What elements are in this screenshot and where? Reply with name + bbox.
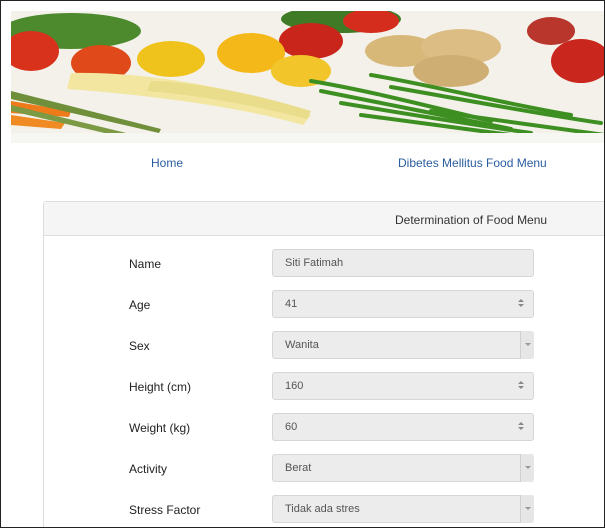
stress-value: Tidak ada stres bbox=[285, 503, 360, 515]
spinner-icon[interactable] bbox=[517, 298, 525, 310]
name-input[interactable]: Siti Fatimah bbox=[272, 249, 534, 277]
stress-select[interactable]: Tidak ada stres bbox=[272, 495, 534, 523]
activity-select[interactable]: Berat bbox=[272, 454, 534, 482]
sex-select[interactable]: Wanita bbox=[272, 331, 534, 359]
name-label: Name bbox=[129, 257, 162, 271]
vegetable-banner-image bbox=[11, 11, 604, 143]
weight-input[interactable]: 60 bbox=[272, 413, 534, 441]
spinner-icon[interactable] bbox=[517, 421, 525, 433]
activity-label: Activity bbox=[129, 462, 168, 476]
age-label: Age bbox=[129, 298, 151, 312]
food-menu-panel: Determination of Food Menu Name Siti Fat… bbox=[43, 201, 604, 527]
form-row-weight: Weight (kg) 60 bbox=[44, 413, 604, 443]
weight-value: 60 bbox=[285, 421, 298, 433]
dropdown-arrow-icon[interactable] bbox=[520, 495, 534, 523]
form-row-activity: Activity Berat bbox=[44, 454, 604, 484]
nav-home-link[interactable]: Home bbox=[151, 156, 183, 170]
dropdown-arrow-icon[interactable] bbox=[520, 454, 534, 482]
stress-label: Stress Factor bbox=[129, 503, 201, 517]
height-value: 160 bbox=[285, 380, 304, 392]
activity-value: Berat bbox=[285, 462, 312, 474]
panel-title: Determination of Food Menu bbox=[395, 213, 548, 227]
height-label: Height (cm) bbox=[129, 380, 192, 394]
panel-header: Determination of Food Menu bbox=[44, 202, 604, 236]
form-row-name: Name Siti Fatimah bbox=[44, 249, 604, 279]
name-value: Siti Fatimah bbox=[285, 257, 344, 269]
sex-label: Sex bbox=[129, 339, 150, 353]
form-row-sex: Sex Wanita bbox=[44, 331, 604, 361]
weight-label: Weight (kg) bbox=[129, 421, 191, 435]
form-row-stress: Stress Factor Tidak ada stres bbox=[44, 495, 604, 525]
form-row-height: Height (cm) 160 bbox=[44, 372, 604, 402]
spinner-icon[interactable] bbox=[517, 380, 525, 392]
sex-value: Wanita bbox=[285, 339, 319, 351]
height-input[interactable]: 160 bbox=[272, 372, 534, 400]
page-frame: Home Dibetes Mellitus Food Menu Determin… bbox=[0, 0, 605, 528]
age-input[interactable]: 41 bbox=[272, 290, 534, 318]
dropdown-arrow-icon[interactable] bbox=[520, 331, 534, 359]
age-value: 41 bbox=[285, 298, 298, 310]
nav-food-menu-link[interactable]: Dibetes Mellitus Food Menu bbox=[398, 156, 547, 170]
form-row-age: Age 41 bbox=[44, 290, 604, 320]
